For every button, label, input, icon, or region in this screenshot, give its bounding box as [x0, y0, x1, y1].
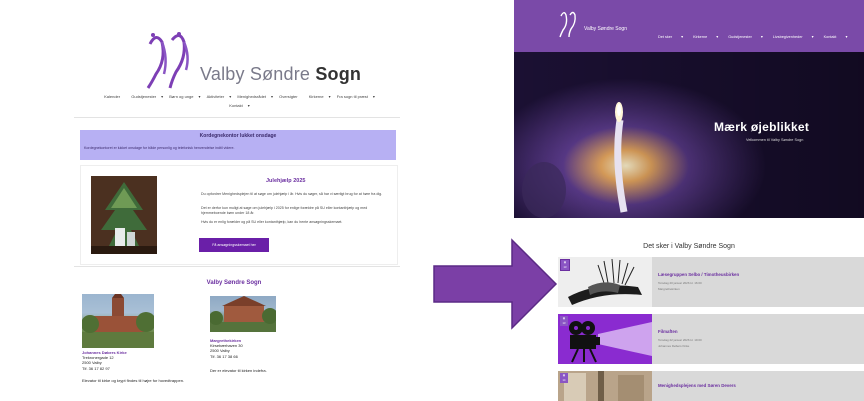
main-nav: Det sker ▾ Kirkerne ▾ Gudstjenester ▾ Livsb… — [658, 34, 856, 39]
event-card[interactable]: ▦ 13 Læsegruppen Selbo / Timotheusbirken … — [558, 257, 864, 307]
bible-reading-image: ▦ 13 — [558, 257, 652, 307]
nav-item[interactable]: Kontakt ▾ — [824, 35, 848, 39]
church-note: Elevator til kirke og krypt findes til h… — [82, 378, 185, 383]
johannes-church-image — [82, 294, 154, 348]
nav-item[interactable]: Gudstjenester ▾ — [728, 35, 763, 39]
event-location: Johannes Døbers Kirke — [658, 344, 690, 348]
old-website-screenshot: Valby Søndre Sogn Kalender Gudstjenester… — [58, 12, 410, 401]
event-time: Torsdag 20 januar 2026 kl. 16:00 — [658, 281, 702, 285]
event-title[interactable]: Filmaften — [658, 329, 678, 334]
events-heading: Det sker i Valby Søndre Sogn — [643, 243, 735, 250]
application-form-button[interactable]: Få ansøgningsskemaet her — [199, 238, 269, 252]
nav-item[interactable]: Gudstjenester — [131, 94, 156, 99]
event-location: Margrethekirken — [658, 287, 680, 291]
church-logo-icon[interactable] — [558, 10, 578, 38]
nav-item[interactable]: Børn og unge — [169, 94, 193, 99]
event-card[interactable]: ▦ 13 Filmaften Torsdag 22 januar 2026 kl.… — [558, 314, 864, 364]
site-brand[interactable]: Valby Søndre Sogn — [200, 64, 361, 85]
section-title: Valby Søndre Sogn — [206, 280, 262, 286]
event-time: Torsdag 22 januar 2026 kl. 19:00 — [658, 338, 702, 342]
church-interior-image: ▦ 14 — [558, 371, 652, 401]
nav-item[interactable]: Det sker ▾ — [658, 35, 683, 39]
notice-banner: Kordegnekontor lukket onsdage Kordegneko… — [80, 130, 396, 160]
new-website-screenshot: Valby Søndre Sogn Det sker ▾ Kirkerne ▾ Gu… — [514, 0, 864, 401]
hero-section: Valby Søndre Sogn Det sker ▾ Kirkerne ▾ Gu… — [514, 0, 864, 218]
divider — [74, 117, 400, 118]
nav-item[interactable]: Kontakt — [229, 103, 243, 108]
event-title[interactable]: Menighedsplejens med Søren Devers — [658, 383, 736, 388]
nav-item[interactable]: Kirkerne ▾ — [693, 35, 718, 39]
church-logo-icon — [146, 32, 189, 89]
notice-text: Kordegnekontoret er lukket onsdage for b… — [84, 146, 235, 150]
nav-item[interactable]: Oversigter — [279, 94, 297, 99]
nav-item[interactable]: Menighedsrådet — [237, 94, 266, 99]
hero-subtitle: Velkommen til Valby Søndre Sogn — [746, 138, 804, 142]
event-date-badge: ▦ 13 — [560, 259, 570, 271]
event-date-badge: ▦ 13 — [560, 316, 568, 326]
nav-item[interactable]: Kirkerne — [309, 94, 324, 99]
christmas-tree-image — [91, 176, 157, 254]
nav-item[interactable]: Livsbegivenheder ▾ — [773, 35, 814, 39]
church-phone: Tlf. 36 17 82 97 — [82, 365, 110, 371]
margrethe-church-image — [210, 296, 276, 332]
divider — [74, 266, 400, 267]
event-date-badge: ▦ 14 — [560, 373, 568, 383]
card-paragraph: Det er derfor kun muligt at søge om jule… — [201, 206, 368, 215]
church-address: Johannes Døbers Kirke Trekronergade 12 2… — [82, 350, 127, 371]
nav-item[interactable]: Kalender — [104, 94, 120, 99]
card-paragraph: Hvis du er enlig forælder og på SU eller… — [201, 220, 343, 224]
nav-item[interactable]: Fra sogn til præst — [337, 94, 368, 99]
julehjaelp-card: Julehjælp 2025 Du opfordrer Menighedsple… — [80, 165, 398, 265]
church-phone: Tlf. 36 17 38 66 — [210, 353, 238, 359]
church-address: Margrethekirken Kirsebærhaven 30 2500 Va… — [210, 338, 243, 359]
notice-title: Kordegnekontor lukket onsdage — [199, 133, 277, 139]
church-note: Der er elevator til kirken indefra. — [210, 368, 267, 373]
main-nav: Kalender Gudstjenester ▾ Børn og unge ▾ Ak… — [104, 94, 375, 108]
film-projector-image: ▦ 13 — [558, 314, 652, 364]
site-brand[interactable]: Valby Søndre Sogn — [584, 26, 627, 32]
nav-item[interactable]: Aktiviteter — [207, 94, 225, 99]
hero-title: Mærk øjeblikket — [714, 120, 810, 134]
event-title[interactable]: Læsegruppen Selbo / Timotheusbirken — [658, 272, 739, 277]
event-card[interactable]: ▦ 14 Menighedsplejens med Søren Devers — [558, 371, 864, 401]
card-title: Julehjælp 2025 — [266, 178, 306, 184]
card-paragraph: Du opfordrer Menighedsplejen til at søge… — [201, 192, 383, 196]
